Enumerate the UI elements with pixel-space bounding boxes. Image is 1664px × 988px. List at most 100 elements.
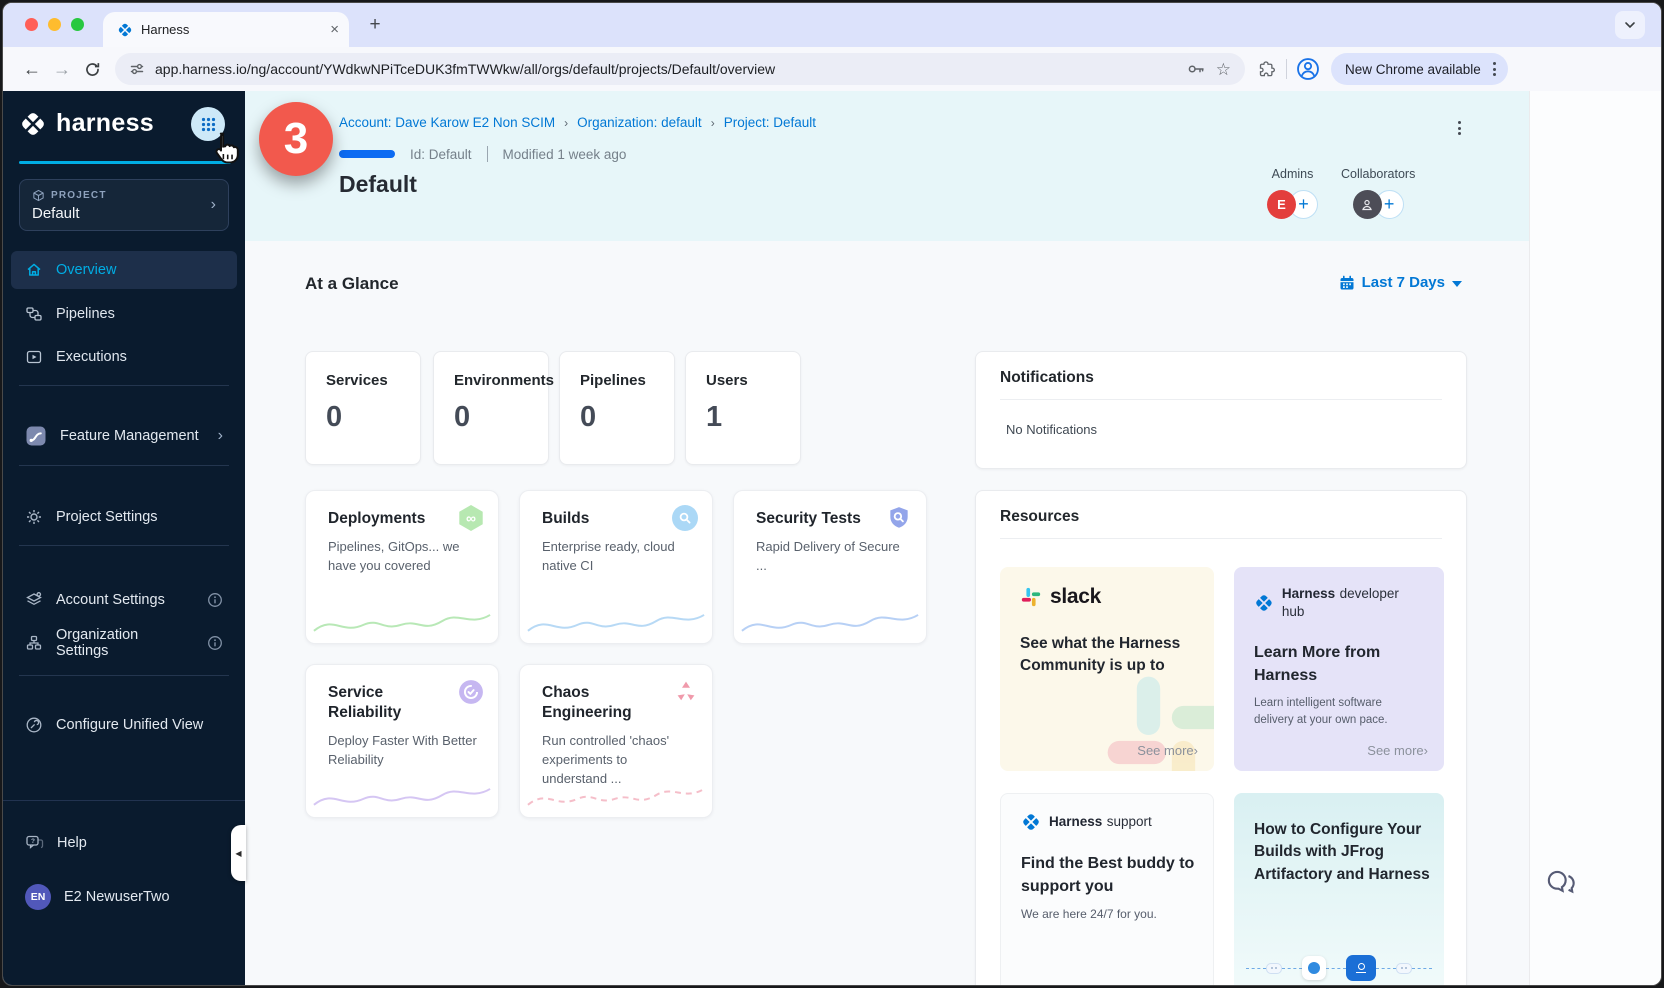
- stat-card-services[interactable]: Services 0: [305, 351, 421, 465]
- support-headline: Find the Best buddy to support you: [1021, 852, 1199, 898]
- stat-card-pipelines[interactable]: Pipelines 0: [559, 351, 675, 465]
- stat-card-environments[interactable]: Environments 0: [433, 351, 549, 465]
- chevron-down-icon: [1624, 19, 1636, 31]
- brand-underline: [19, 161, 231, 164]
- sidebar-item-help[interactable]: ? Help: [11, 825, 237, 861]
- devhub-brand-bold: Harness: [1282, 586, 1335, 601]
- module-desc: Enterprise ready, cloud native CI: [542, 538, 692, 576]
- module-desc: Pipelines, GitOps... we have you covered: [328, 538, 478, 576]
- module-card-service-reliability[interactable]: Service Reliability Deploy Faster With B…: [305, 664, 499, 818]
- cube-icon: [32, 189, 45, 202]
- sidebar-item-project-settings[interactable]: Project Settings: [11, 499, 237, 535]
- harness-mark-icon: [1254, 593, 1274, 613]
- executions-icon: [25, 348, 43, 366]
- resource-tile-jfrog[interactable]: How to Configure Your Builds with JFrog …: [1234, 793, 1444, 985]
- page-header: Account: Dave Karow E2 Non SCIM › Organi…: [245, 91, 1529, 241]
- stat-card-users[interactable]: Users 1: [685, 351, 801, 465]
- divider: [3, 800, 245, 801]
- help-chat-icon: ?: [25, 834, 44, 852]
- admin-avatar[interactable]: E: [1267, 190, 1296, 219]
- address-bar[interactable]: app.harness.io/ng/account/YWdkwNPiTceDUK…: [115, 53, 1245, 85]
- breadcrumb: Account: Dave Karow E2 Non SCIM › Organi…: [339, 115, 816, 130]
- reload-icon: [84, 61, 101, 78]
- jfrog-headline: How to Configure Your Builds with JFrog …: [1254, 819, 1434, 886]
- resources-panel: Resources slack See what the Harness Com…: [975, 490, 1467, 985]
- devhub-see-more-link[interactable]: See more›: [1367, 743, 1428, 758]
- builds-sparkline: [520, 581, 712, 641]
- sidebar-user-menu[interactable]: EN E2 NewuserTwo: [11, 879, 237, 915]
- support-brand-bold: Harness: [1049, 814, 1102, 829]
- project-selector[interactable]: PROJECT Default ›: [19, 179, 229, 231]
- tab-close-icon[interactable]: ×: [330, 22, 339, 37]
- module-card-deployments[interactable]: Deployments ∞ Pipelines, GitOps... we ha…: [305, 490, 499, 644]
- main-content: Account: Dave Karow E2 Non SCIM › Organi…: [245, 91, 1661, 985]
- sidebar-item-configure-unified-view[interactable]: Configure Unified View: [11, 707, 237, 743]
- sidebar-item-label: Feature Management: [60, 428, 205, 444]
- maximize-window-button[interactable]: [71, 18, 84, 31]
- project-color-bar: [339, 150, 395, 158]
- project-meta: Id: Default Modified 1 week ago: [339, 146, 626, 162]
- window-controls: [25, 18, 84, 31]
- reload-button[interactable]: [77, 54, 107, 84]
- support-chat-icon[interactable]: [1543, 867, 1579, 904]
- sidebar-item-feature-management[interactable]: Feature Management ›: [11, 418, 237, 454]
- at-a-glance-title: At a Glance: [305, 274, 399, 294]
- sidebar-item-label: Configure Unified View: [56, 717, 203, 733]
- deployments-icon: ∞: [458, 505, 484, 531]
- tab-strip: Harness × +: [3, 3, 1661, 47]
- extensions-icon[interactable]: [1257, 59, 1278, 80]
- chevron-right-icon: ›: [218, 427, 223, 445]
- breadcrumb-project-link[interactable]: Project: Default: [724, 115, 816, 130]
- stat-label: Services: [326, 372, 400, 389]
- divider: [19, 465, 229, 466]
- browser-tab[interactable]: Harness ×: [103, 12, 349, 47]
- bookmark-star-icon[interactable]: ☆: [1216, 61, 1231, 78]
- divider: [19, 675, 229, 676]
- forward-button[interactable]: →: [47, 54, 77, 84]
- close-window-button[interactable]: [25, 18, 38, 31]
- chaos-engineering-icon: [674, 679, 698, 708]
- minimize-window-button[interactable]: [48, 18, 61, 31]
- password-key-icon[interactable]: [1186, 59, 1206, 79]
- pipeline-node-icon: [1266, 963, 1282, 974]
- sidebar-item-account-settings[interactable]: Account Settings: [11, 582, 237, 618]
- resource-tile-slack[interactable]: slack See what the Harness Community is …: [1000, 567, 1214, 771]
- sidebar-collapse-handle[interactable]: ◀: [231, 825, 246, 881]
- url-text[interactable]: app.harness.io/ng/account/YWdkwNPiTceDUK…: [155, 61, 1176, 77]
- browser-menu-icon[interactable]: [1489, 58, 1500, 80]
- pipeline-node-icon: [1396, 963, 1412, 974]
- chevron-down-icon: [1452, 281, 1462, 287]
- user-avatar: EN: [25, 884, 51, 910]
- sidebar-item-label: Pipelines: [56, 306, 115, 322]
- harness-app: harness PROJECT Default ›: [3, 91, 1661, 985]
- tab-search-button[interactable]: [1615, 11, 1645, 39]
- stat-value: 1: [706, 401, 780, 434]
- sidebar-item-pipelines[interactable]: Pipelines: [11, 295, 237, 333]
- pipeline-node-icon: [1346, 955, 1376, 981]
- module-card-chaos-engineering[interactable]: Chaos Engineering Run controlled 'chaos'…: [519, 664, 713, 818]
- new-tab-button[interactable]: +: [363, 13, 387, 37]
- page-options-menu[interactable]: [1454, 117, 1465, 139]
- module-card-security-tests[interactable]: Security Tests Rapid Delivery of Secure …: [733, 490, 927, 644]
- sidebar-item-executions[interactable]: Executions: [11, 338, 237, 376]
- module-card-builds[interactable]: Builds Enterprise ready, cloud native CI: [519, 490, 713, 644]
- back-button[interactable]: ←: [17, 54, 47, 84]
- chevron-right-icon: ›: [211, 196, 216, 214]
- time-range-selector[interactable]: Last 7 Days: [1339, 274, 1462, 291]
- module-title: Builds: [542, 509, 662, 529]
- collaborator-avatar[interactable]: [1353, 190, 1382, 219]
- resource-tile-support[interactable]: Harness support Find the Best buddy to s…: [1000, 793, 1214, 985]
- chrome-update-label: New Chrome available: [1345, 62, 1481, 77]
- site-settings-icon[interactable]: [129, 61, 145, 77]
- chrome-update-button[interactable]: New Chrome available: [1331, 53, 1508, 85]
- slack-see-more-link[interactable]: See more›: [1137, 743, 1198, 758]
- info-icon[interactable]: [207, 592, 223, 608]
- breadcrumb-account-link[interactable]: Account: Dave Karow E2 Non SCIM: [339, 115, 555, 130]
- harness-logo[interactable]: harness: [19, 109, 154, 138]
- profile-icon[interactable]: [1295, 56, 1321, 82]
- sidebar-item-overview[interactable]: Overview: [11, 251, 237, 289]
- info-icon[interactable]: [207, 635, 223, 651]
- breadcrumb-organization-link[interactable]: Organization: default: [577, 115, 702, 130]
- sidebar-item-organization-settings[interactable]: Organization Settings: [11, 625, 237, 661]
- resource-tile-developer-hub[interactable]: Harness developer hub Learn More from Ha…: [1234, 567, 1444, 771]
